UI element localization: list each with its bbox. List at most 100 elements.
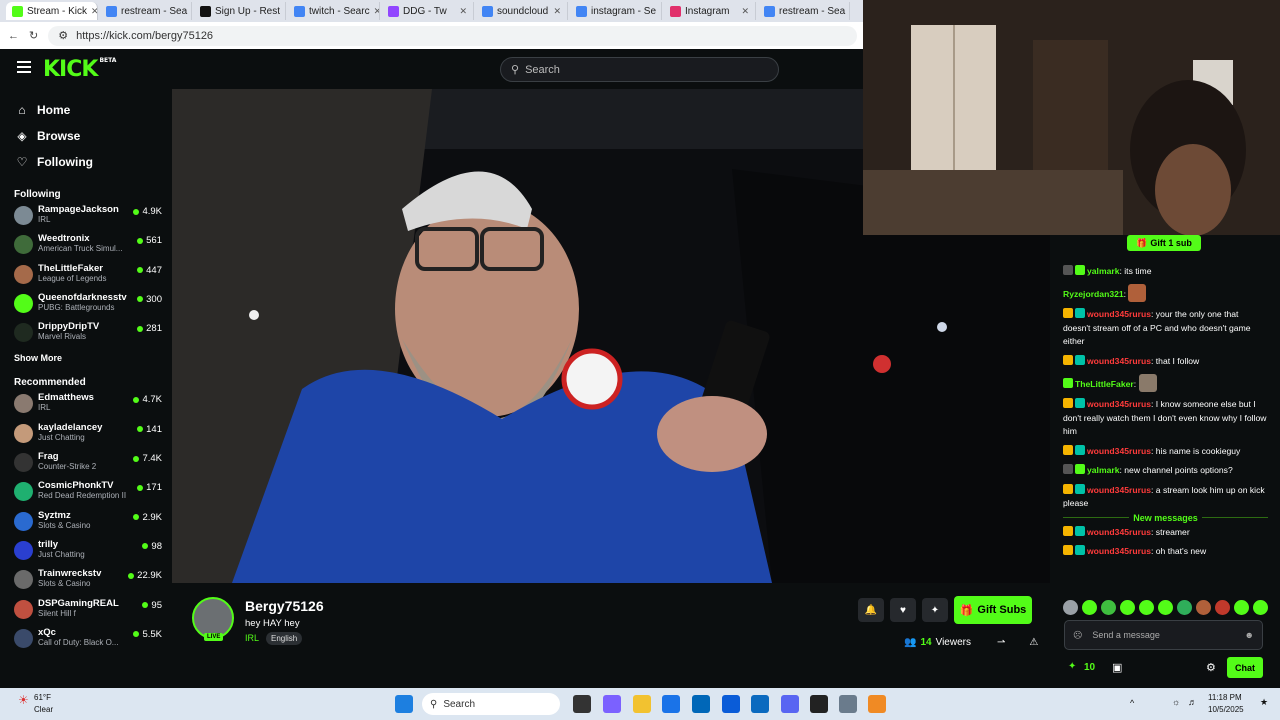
browser-tab[interactable]: restream - Sea✕: [100, 2, 192, 20]
sidebar-nav-browse[interactable]: ◈ Browse: [0, 123, 172, 149]
quick-emote-icon[interactable]: [1253, 600, 1268, 615]
sidebar-channel[interactable]: Queenofdarknesstv PUBG: Battlegrounds 300: [0, 292, 172, 321]
sidebar-nav-home[interactable]: ⌂ Home: [0, 97, 172, 123]
sidebar-channel[interactable]: Syztmz Slots & Casino 2.9K: [0, 510, 172, 539]
chat-username[interactable]: Ryzejordan321: [1063, 289, 1124, 299]
points-icon[interactable]: ✦: [1068, 661, 1076, 672]
tab-close-icon[interactable]: ✕: [191, 6, 192, 17]
share-icon[interactable]: ⇀: [997, 637, 1005, 648]
chat-username[interactable]: wound345rurus: [1087, 546, 1151, 556]
pinned-app-icon[interactable]: [868, 695, 886, 713]
follow-heart-icon[interactable]: ♥: [890, 598, 916, 622]
copilot-icon[interactable]: [603, 695, 621, 713]
file-explorer-icon[interactable]: [633, 695, 651, 713]
menu-icon[interactable]: [17, 61, 31, 73]
quick-emote-icon[interactable]: [1120, 600, 1135, 615]
browser-icon[interactable]: [662, 695, 680, 713]
tab-close-icon[interactable]: ✕: [849, 6, 850, 17]
sidebar-channel[interactable]: Weedtronix American Truck Simul... 561: [0, 233, 172, 262]
smiley-icon[interactable]: ☻: [1245, 630, 1254, 640]
stream-category[interactable]: IRL: [245, 633, 259, 643]
sidebar-channel[interactable]: RampageJackson IRL 4.9K: [0, 204, 172, 233]
quick-emote-icon[interactable]: [1177, 600, 1192, 615]
quick-emote-icon[interactable]: [1139, 600, 1154, 615]
new-messages-divider[interactable]: New messages: [1063, 512, 1268, 523]
browser-tab[interactable]: twitch - Searc ✕: [288, 2, 380, 20]
quick-emote-icon[interactable]: [1158, 600, 1173, 615]
browser-tab[interactable]: soundcloud ✕: [476, 2, 568, 20]
chat-username[interactable]: TheLittleFaker: [1075, 379, 1134, 389]
report-icon[interactable]: ⚠: [1029, 637, 1038, 648]
browser-tab[interactable]: DDG - Tw ✕: [382, 2, 474, 20]
browser-tab[interactable]: Stream - Kick ✕: [6, 2, 98, 20]
quick-emote-icon[interactable]: [1063, 600, 1078, 615]
obs-icon[interactable]: [810, 695, 828, 713]
site-info-icon[interactable]: ⚙: [58, 29, 68, 42]
address-field[interactable]: ⚙ https://kick.com/bergy75126: [48, 25, 857, 46]
browser-tab[interactable]: instagram - Se✕: [570, 2, 662, 20]
sidebar-channel[interactable]: Trainwreckstv Slots & Casino 22.9K: [0, 568, 172, 597]
sidebar-channel[interactable]: Edmatthews IRL 4.7K: [0, 392, 172, 421]
settings-app-icon[interactable]: [839, 695, 857, 713]
sidebar-channel[interactable]: DSPGamingREAL Silent Hill f 95: [0, 598, 172, 627]
tray-chevron-icon[interactable]: ^: [1130, 698, 1134, 708]
start-windows-icon[interactable]: [395, 695, 413, 713]
tab-close-icon[interactable]: ✕: [741, 6, 749, 17]
quick-emote-icon[interactable]: [1215, 600, 1230, 615]
tab-close-icon[interactable]: ✕: [459, 6, 467, 17]
quick-emote-icon[interactable]: [1196, 600, 1211, 615]
sidebar-channel[interactable]: CosmicPhonkTV Red Dead Redemption II 171: [0, 480, 172, 509]
sidebar-channel[interactable]: DrippyDripTV Marvel Rivals 281: [0, 321, 172, 350]
show-more-button[interactable]: Show More: [14, 353, 172, 363]
settings-gear-icon[interactable]: ⚙: [1206, 661, 1216, 674]
tab-close-icon[interactable]: ✕: [374, 6, 379, 17]
store-app-icon[interactable]: [692, 695, 710, 713]
clock-date[interactable]: 10/5/2025: [1208, 705, 1244, 714]
tab-close-icon[interactable]: ✕: [91, 6, 97, 17]
sidebar-channel[interactable]: trilly Just Chatting 98: [0, 539, 172, 568]
chat-username[interactable]: wound345rurus: [1087, 446, 1151, 456]
chat-username[interactable]: wound345rurus: [1087, 309, 1151, 319]
sidebar-channel[interactable]: TheLittleFaker League of Legends 447: [0, 263, 172, 292]
sidebar-channel[interactable]: kayladelancey Just Chatting 141: [0, 422, 172, 451]
tab-close-icon[interactable]: ✕: [660, 6, 661, 17]
browser-tab[interactable]: Instagram ✕: [664, 2, 756, 20]
streamer-name[interactable]: Bergy75126: [245, 598, 324, 614]
chat-username[interactable]: yalmark: [1087, 266, 1120, 276]
chat-username[interactable]: wound345rurus: [1087, 527, 1151, 537]
chat-send-button[interactable]: Chat: [1227, 657, 1263, 678]
dropbox-icon[interactable]: [722, 695, 740, 713]
tab-close-icon[interactable]: ✕: [553, 6, 561, 17]
discord-icon[interactable]: [781, 695, 799, 713]
taskbar-search[interactable]: ⚲ Search: [422, 693, 560, 715]
sidebar-channel[interactable]: xQc Call of Duty: Black O... 5.5K: [0, 627, 172, 656]
kick-logo[interactable]: KICK BETA: [43, 57, 116, 82]
reload-icon[interactable]: ↻: [29, 29, 38, 42]
quick-emote-icon[interactable]: [1082, 600, 1097, 615]
volume-icon[interactable]: ♬: [1188, 697, 1197, 707]
back-icon[interactable]: ←: [8, 30, 19, 42]
chat-username[interactable]: wound345rurus: [1087, 399, 1151, 409]
gift-sub-button[interactable]: 🎁 Gift 1 sub: [1127, 235, 1201, 251]
browser-tab[interactable]: Sign Up - Rest✕: [194, 2, 286, 20]
task-view-icon[interactable]: [573, 695, 591, 713]
sparkle-icon[interactable]: ✦: [922, 598, 948, 622]
search-input[interactable]: ⚲ Search: [500, 57, 779, 82]
chat-input[interactable]: ☹ Send a message ☻: [1064, 620, 1263, 650]
sidebar-nav-following[interactable]: ♡ Following: [0, 149, 172, 175]
sidebar-channel[interactable]: Frag Counter-Strike 2 7.4K: [0, 451, 172, 480]
emote-picker-icon[interactable]: ☹: [1073, 630, 1082, 641]
outlook-icon[interactable]: [751, 695, 769, 713]
network-icon[interactable]: ☼: [1172, 697, 1180, 707]
language-tag[interactable]: English: [266, 632, 303, 645]
clock-time[interactable]: 11:18 PM: [1208, 693, 1242, 702]
browser-tab[interactable]: restream - Sea✕: [758, 2, 850, 20]
quick-emote-icon[interactable]: [1234, 600, 1249, 615]
notification-bell-icon[interactable]: 🔔: [858, 598, 884, 622]
store-icon[interactable]: ▣: [1112, 661, 1122, 674]
quick-emote-icon[interactable]: [1101, 600, 1116, 615]
weather-icon[interactable]: ☀: [18, 693, 29, 707]
tab-close-icon[interactable]: ✕: [284, 6, 285, 17]
chat-username[interactable]: wound345rurus: [1087, 356, 1151, 366]
notifications-icon[interactable]: ★: [1260, 697, 1268, 708]
